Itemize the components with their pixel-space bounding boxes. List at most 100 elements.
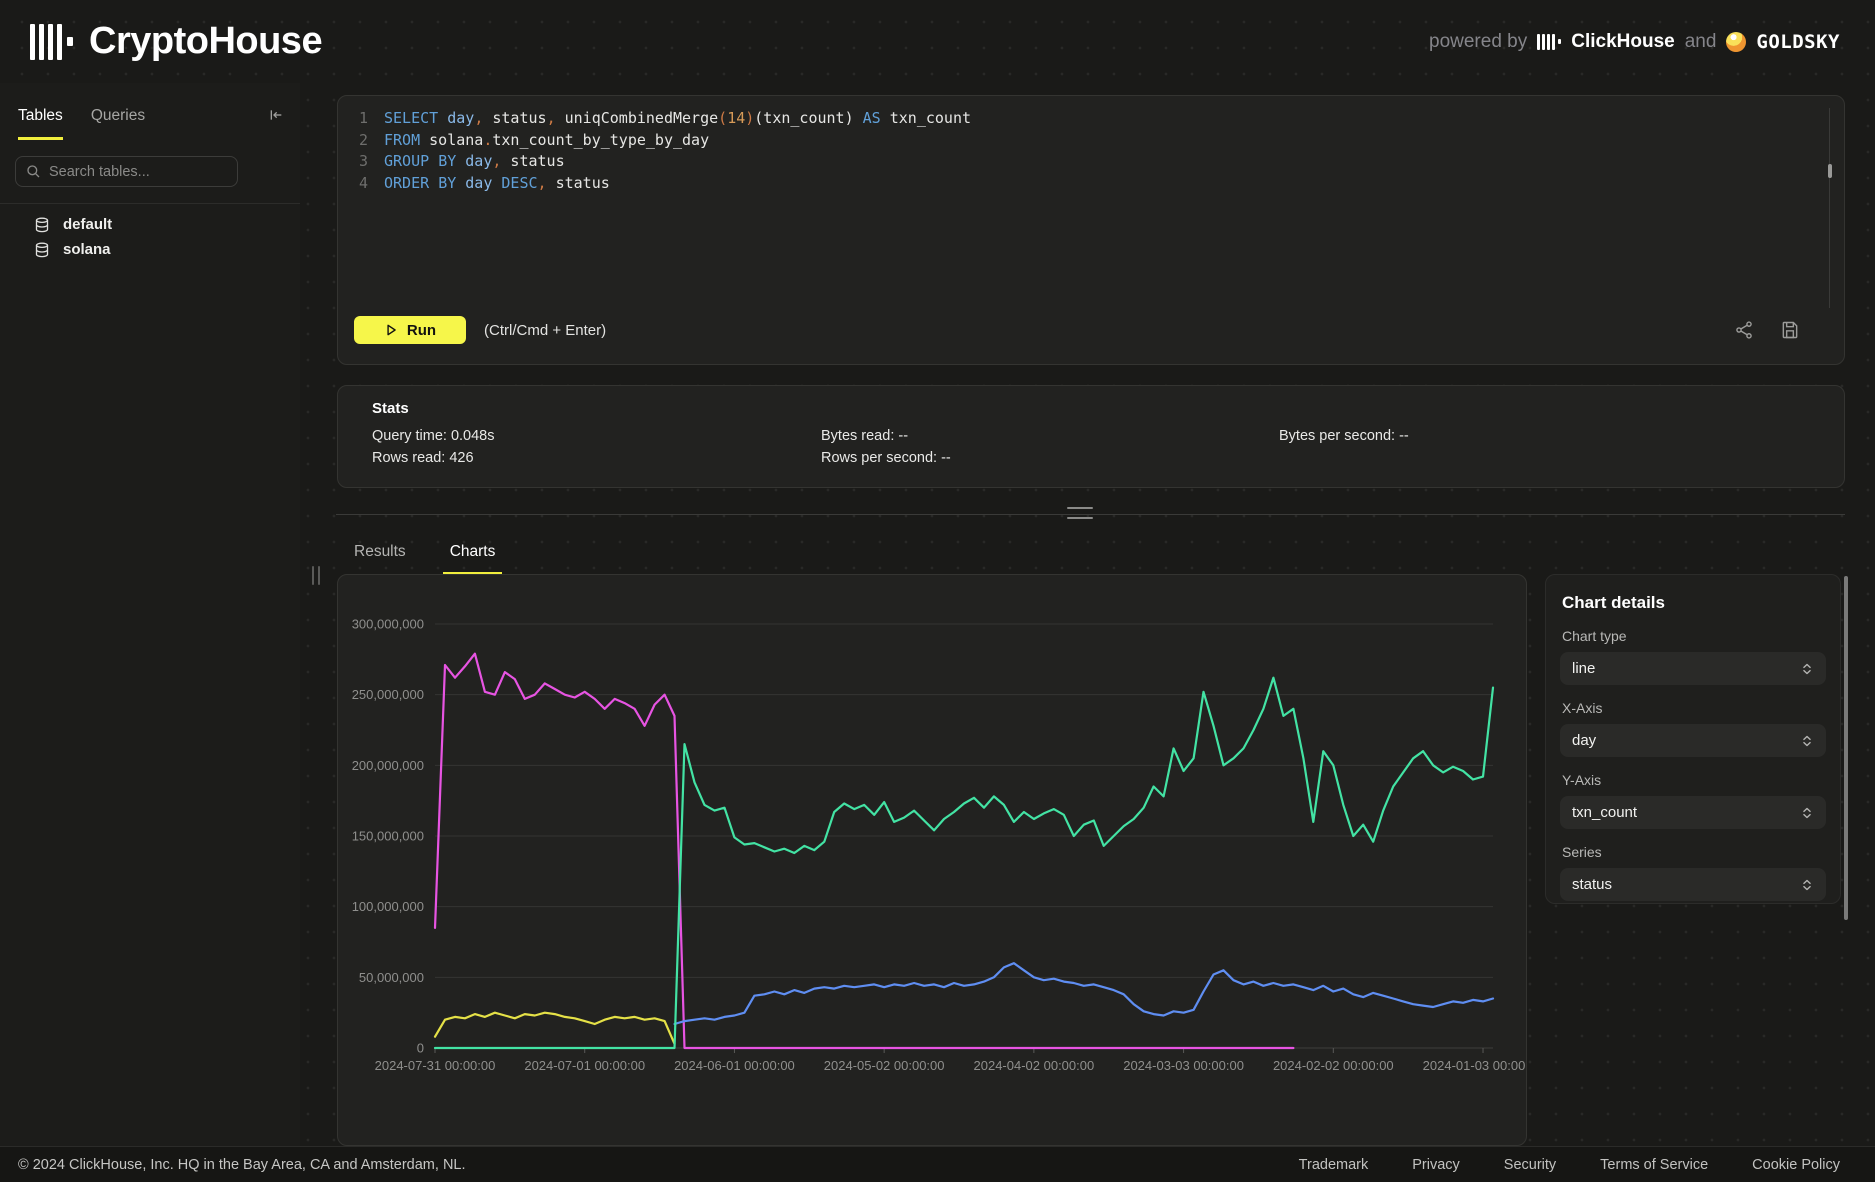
y-axis-tick-label: 50,000,000	[359, 970, 424, 985]
run-query-button[interactable]: Run	[354, 316, 466, 344]
search	[15, 156, 285, 187]
app-title: CryptoHouse	[89, 20, 322, 63]
sidebar-item-solana[interactable]: solana	[0, 237, 300, 262]
goldsky-label[interactable]: GOLDSKY	[1756, 31, 1840, 53]
app: CryptoHouse powered by ClickHouse and GO…	[0, 0, 1875, 1182]
database-icon	[34, 242, 50, 258]
database-icon	[34, 217, 50, 233]
y-axis-tick-label: 300,000,000	[352, 617, 424, 632]
collapse-sidebar-icon[interactable]	[268, 107, 284, 123]
select-chevrons-icon	[1800, 878, 1814, 892]
y-axis-tick-label: 100,000,000	[352, 899, 424, 914]
line-number: 1	[338, 108, 368, 130]
stat-item: Bytes read: --	[821, 425, 951, 447]
select-value: txn_count	[1572, 804, 1637, 821]
x-axis-tick-label: 2024-04-02 00:00:00	[974, 1058, 1095, 1073]
tab-queries[interactable]: Queries	[91, 107, 145, 140]
select-value: status	[1572, 876, 1612, 893]
select-value: line	[1572, 660, 1595, 677]
sidebar-item-default[interactable]: default	[0, 212, 300, 237]
x-axis-tick-label: 2024-06-01 00:00:00	[674, 1058, 795, 1073]
clickhouse-label[interactable]: ClickHouse	[1571, 31, 1674, 53]
field-label: X-Axis	[1562, 700, 1824, 716]
brand: CryptoHouse	[30, 20, 322, 63]
x-axis-tick-label: 2024-02-02 00:00:00	[1273, 1058, 1394, 1073]
y-axis-tick-label: 200,000,000	[352, 758, 424, 773]
content-scrollbar[interactable]	[1844, 576, 1848, 920]
search-tables-input[interactable]	[15, 156, 238, 187]
footer-links: Trademark Privacy Security Terms of Service…	[1299, 1157, 1840, 1173]
field-label: Y-Axis	[1562, 772, 1824, 788]
play-icon	[384, 323, 398, 337]
line-number: 4	[338, 173, 368, 195]
stats-panel: Stats Query time: 0.048sRows read: 426 B…	[337, 385, 1845, 488]
x-axis-tick-label: 2024-01-03 00:00:00	[1423, 1058, 1527, 1073]
series-select[interactable]: status	[1560, 868, 1826, 901]
goldsky-logo-icon	[1726, 32, 1746, 52]
y-axis-tick-label: 0	[417, 1041, 424, 1056]
database-name: default	[63, 216, 112, 233]
chart-series-magenta	[435, 654, 1293, 1048]
share-query-icon[interactable]	[1734, 320, 1754, 340]
sidebar-tabs: Tables Queries	[0, 83, 300, 140]
chart-type-select[interactable]: line	[1560, 652, 1826, 685]
select-chevrons-icon	[1800, 806, 1814, 820]
footer-link-terms-of-service[interactable]: Terms of Service	[1600, 1157, 1708, 1173]
panel-resize-handle[interactable]	[1067, 507, 1093, 527]
footer: © 2024 ClickHouse, Inc. HQ in the Bay Ar…	[0, 1146, 1875, 1182]
line-number: 3	[338, 151, 368, 173]
code-line[interactable]: 3GROUP BY day, status	[338, 151, 1824, 173]
run-label: Run	[407, 322, 436, 339]
y-axis-select[interactable]: txn_count	[1560, 796, 1826, 829]
chart-series-blue	[675, 963, 1494, 1024]
x-axis-tick-label: 2024-03-03 00:00:00	[1123, 1058, 1244, 1073]
chart-panel: 0 50,000,000 100,000,000 150,000,000 200,000…	[337, 574, 1527, 1146]
database-name: solana	[63, 241, 111, 258]
save-query-icon[interactable]	[1780, 320, 1800, 340]
and-text: and	[1685, 31, 1717, 53]
x-axis-select[interactable]: day	[1560, 724, 1826, 757]
field-label: Series	[1562, 844, 1824, 860]
stats-column-1: Query time: 0.048sRows read: 426	[372, 425, 495, 469]
chart-details-title: Chart details	[1546, 575, 1840, 613]
chart-details-fields: Chart type line X-Axis day Y-Axis txn_count Se…	[1546, 628, 1840, 901]
run-shortcut-hint: (Ctrl/Cmd + Enter)	[484, 322, 606, 339]
footer-link-cookie-policy[interactable]: Cookie Policy	[1752, 1157, 1840, 1173]
select-chevrons-icon	[1800, 662, 1814, 676]
stats-column-3: Bytes per second: --	[1279, 425, 1409, 447]
y-axis-tick-label: 150,000,000	[352, 829, 424, 844]
database-list: default solana	[0, 204, 300, 262]
powered-by-text: powered by	[1429, 31, 1527, 53]
stat-item: Rows read: 426	[372, 447, 495, 469]
result-tabs: Results Charts	[347, 543, 502, 575]
stats-title: Stats	[372, 400, 409, 417]
copyright-text: © 2024 ClickHouse, Inc. HQ in the Bay Ar…	[18, 1157, 466, 1173]
x-axis-tick-label: 2024-05-02 00:00:00	[824, 1058, 945, 1073]
code-line[interactable]: 1SELECT day, status, uniqCombinedMerge(1…	[338, 108, 1824, 130]
sidebar: Tables Queries default solana	[0, 83, 300, 1146]
clickhouse-logo-icon	[30, 24, 73, 60]
stat-item: Bytes per second: --	[1279, 425, 1409, 447]
field-label: Chart type	[1562, 628, 1824, 644]
tab-charts[interactable]: Charts	[443, 543, 503, 575]
footer-link-security[interactable]: Security	[1504, 1157, 1556, 1173]
editor-scrollbar-thumb[interactable]	[1828, 164, 1832, 178]
code-line[interactable]: 4ORDER BY day DESC, status	[338, 173, 1824, 195]
chart-series-green	[435, 678, 1493, 1048]
sidebar-resize-handle[interactable]	[312, 566, 320, 585]
x-axis-tick-label: 2024-07-31 00:00:00	[375, 1058, 496, 1073]
code-line[interactable]: 2FROM solana.txn_count_by_type_by_day	[338, 130, 1824, 152]
footer-link-privacy[interactable]: Privacy	[1412, 1157, 1460, 1173]
code-lines[interactable]: 1SELECT day, status, uniqCombinedMerge(1…	[338, 108, 1824, 194]
txn-count-line-chart[interactable]: 0 50,000,000 100,000,000 150,000,000 200,000…	[338, 575, 1527, 1146]
y-axis-tick-label: 250,000,000	[352, 687, 424, 702]
chart-details-panel: Chart details Chart type line X-Axis day Y-A…	[1545, 574, 1841, 904]
stat-item: Rows per second: --	[821, 447, 951, 469]
editor-scrollbar-track	[1829, 108, 1830, 308]
tab-tables[interactable]: Tables	[18, 107, 63, 140]
search-icon	[25, 163, 41, 184]
tab-results[interactable]: Results	[347, 543, 413, 575]
footer-link-trademark[interactable]: Trademark	[1299, 1157, 1369, 1173]
select-value: day	[1572, 732, 1596, 749]
powered-by: powered by ClickHouse and GOLDSKY	[1429, 31, 1840, 53]
